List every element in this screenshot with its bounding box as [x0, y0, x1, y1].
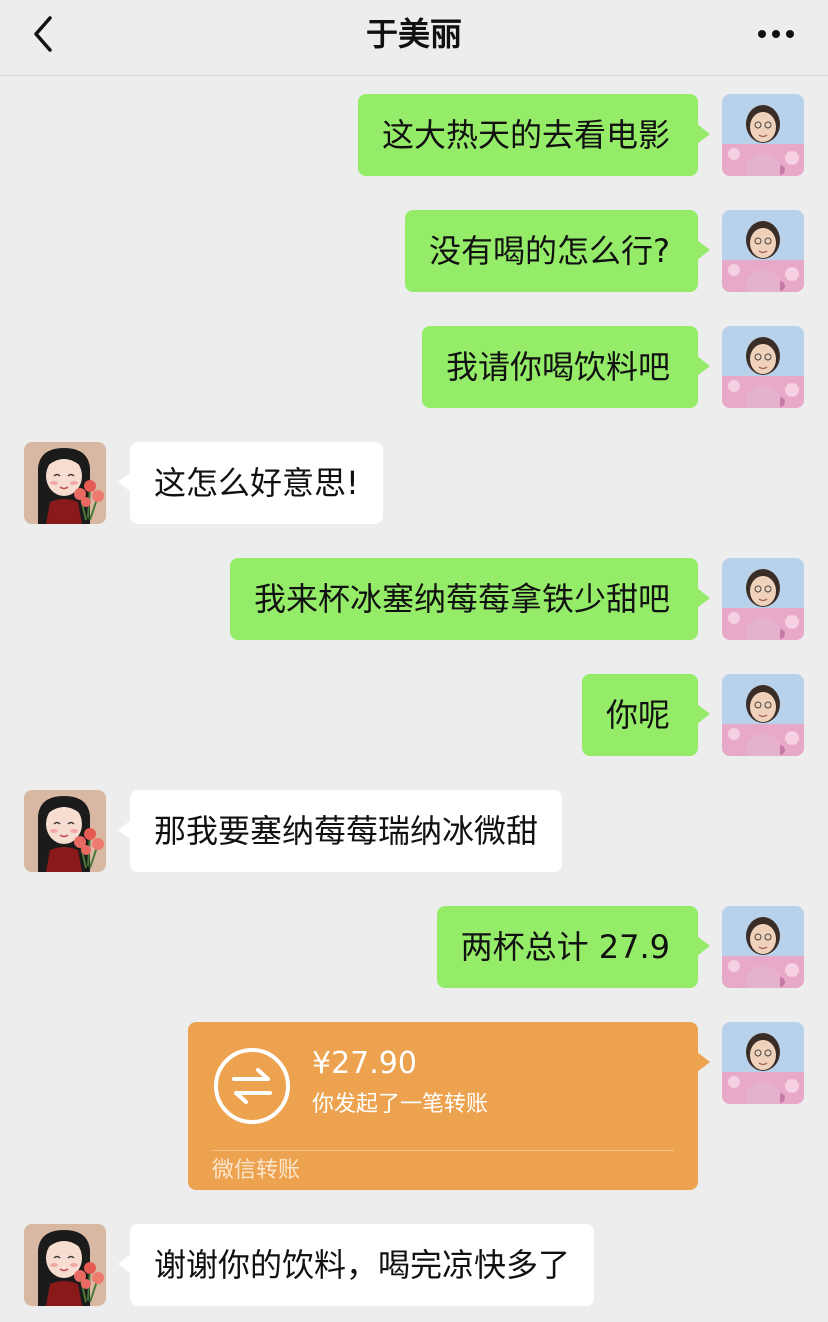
avatar-contact[interactable] — [24, 442, 106, 524]
transfer-label: 微信转账 — [212, 1158, 301, 1183]
transfer-card[interactable]: ¥27.90 你发起了一笔转账 微信转账 — [188, 1022, 710, 1190]
avatar-me[interactable] — [722, 210, 804, 292]
transfer-amount: ¥27.90 — [312, 1046, 417, 1081]
chat-title: 于美丽 — [365, 15, 462, 53]
avatar-me[interactable] — [722, 326, 804, 408]
message-bubble-outgoing[interactable]: 这大热天的去看电影 — [357, 94, 711, 176]
message-bubble-outgoing[interactable]: 我来杯冰塞纳莓莓拿铁少甜吧 — [229, 558, 711, 640]
avatar-contact[interactable] — [24, 790, 106, 872]
transfer-divider — [212, 1150, 674, 1151]
transfer-arrows-icon — [212, 1046, 292, 1126]
avatar-contact[interactable] — [24, 1224, 106, 1306]
message-bubble-outgoing[interactable]: 我请你喝饮料吧 — [421, 326, 711, 408]
avatar-me[interactable] — [722, 558, 804, 640]
avatar-me[interactable] — [722, 674, 804, 756]
message-bubble-outgoing[interactable]: 你呢 — [581, 674, 711, 756]
top-bar: 于美丽 — [0, 0, 828, 76]
transfer-note: 你发起了一笔转账 — [312, 1092, 489, 1117]
message-bubble-outgoing[interactable]: 没有喝的怎么行? — [405, 210, 710, 292]
avatar-me[interactable] — [722, 94, 804, 176]
message-bubble-incoming[interactable]: 这怎么好意思! — [118, 442, 383, 524]
avatar-me[interactable] — [722, 906, 804, 988]
message-bubble-outgoing[interactable]: 两杯总计 27.9 — [436, 906, 711, 988]
message-bubble-incoming[interactable]: 谢谢你的饮料，喝完凉快多了 — [117, 1224, 595, 1306]
message-bubble-incoming[interactable]: 那我要塞纳莓莓瑞纳冰微甜 — [117, 790, 563, 872]
more-icon[interactable] — [754, 22, 798, 46]
avatar-me[interactable] — [722, 1022, 804, 1104]
